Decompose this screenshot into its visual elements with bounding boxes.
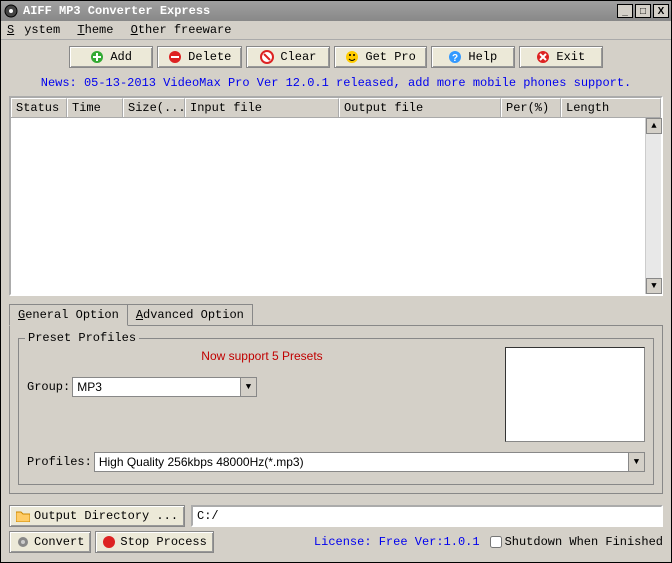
menu-system[interactable]: System bbox=[7, 23, 60, 37]
group-value: MP3 bbox=[73, 378, 240, 396]
delete-button[interactable]: Delete bbox=[157, 46, 242, 68]
preset-profiles-group: Preset Profiles Now support 5 Presets Gr… bbox=[18, 338, 654, 485]
maximize-button[interactable]: □ bbox=[635, 4, 651, 18]
convert-button[interactable]: Convert bbox=[9, 531, 91, 553]
menubar: System Theme Other freeware bbox=[1, 21, 671, 40]
delete-label: Delete bbox=[188, 50, 231, 64]
profiles-value: High Quality 256kbps 48000Hz(*.mp3) bbox=[95, 453, 628, 471]
col-status[interactable]: Status bbox=[11, 98, 67, 117]
app-icon bbox=[3, 3, 19, 19]
shutdown-label: Shutdown When Finished bbox=[505, 535, 663, 549]
chevron-down-icon: ▼ bbox=[240, 378, 256, 396]
scroll-up-icon[interactable]: ▲ bbox=[646, 118, 662, 134]
tab-advanced[interactable]: Advanced Option bbox=[127, 304, 253, 326]
window-title: AIFF MP3 Converter Express bbox=[23, 4, 615, 18]
tab-general[interactable]: General Option bbox=[9, 304, 128, 326]
output-directory-button[interactable]: Output Directory ... bbox=[9, 505, 185, 527]
option-tabs: General Option Advanced Option bbox=[9, 304, 663, 326]
close-button[interactable]: X bbox=[653, 4, 669, 18]
col-time[interactable]: Time bbox=[67, 98, 123, 117]
svg-text:?: ? bbox=[452, 53, 458, 64]
clear-button[interactable]: Clear bbox=[246, 46, 330, 68]
stop-label: Stop Process bbox=[120, 535, 206, 549]
col-input[interactable]: Input file bbox=[185, 98, 339, 117]
shutdown-check-input[interactable] bbox=[490, 536, 502, 548]
clear-label: Clear bbox=[280, 50, 316, 64]
getpro-label: Get Pro bbox=[365, 50, 415, 64]
exit-label: Exit bbox=[556, 50, 585, 64]
titlebar: AIFF MP3 Converter Express _ □ X bbox=[1, 1, 671, 21]
scroll-down-icon[interactable]: ▼ bbox=[646, 278, 662, 294]
tab-panel-general: Preset Profiles Now support 5 Presets Gr… bbox=[9, 325, 663, 494]
output-dir-row: Output Directory ... C:/ bbox=[9, 505, 663, 527]
plus-icon bbox=[90, 50, 104, 64]
news-banner[interactable]: News: 05-13-2013 VideoMax Pro Ver 12.0.1… bbox=[1, 74, 671, 96]
stop-button[interactable]: Stop Process bbox=[95, 531, 213, 553]
profiles-label: Profiles: bbox=[27, 455, 92, 469]
menu-other-freeware[interactable]: Other freeware bbox=[131, 23, 232, 37]
file-table: Status Time Size(... Input file Output f… bbox=[9, 96, 663, 296]
col-per[interactable]: Per(%) bbox=[501, 98, 561, 117]
menu-theme[interactable]: Theme bbox=[77, 23, 113, 37]
col-output[interactable]: Output file bbox=[339, 98, 501, 117]
output-path-input[interactable]: C:/ bbox=[191, 505, 663, 527]
col-size[interactable]: Size(... bbox=[123, 98, 185, 117]
help-button[interactable]: ? Help bbox=[431, 46, 515, 68]
folder-icon bbox=[16, 510, 30, 522]
output-dir-label: Output Directory ... bbox=[34, 509, 178, 523]
help-icon: ? bbox=[448, 50, 462, 64]
toolbar: Add Delete Clear Get Pro ? Help Exit bbox=[1, 40, 671, 74]
clear-icon bbox=[260, 50, 274, 64]
getpro-button[interactable]: Get Pro bbox=[334, 46, 426, 68]
profiles-select[interactable]: High Quality 256kbps 48000Hz(*.mp3) ▼ bbox=[94, 452, 645, 472]
convert-label: Convert bbox=[34, 535, 84, 549]
col-length[interactable]: Length bbox=[561, 98, 661, 117]
preset-legend: Preset Profiles bbox=[25, 331, 139, 345]
add-label: Add bbox=[110, 50, 132, 64]
shutdown-checkbox[interactable]: Shutdown When Finished bbox=[490, 535, 663, 549]
exit-icon bbox=[536, 50, 550, 64]
help-label: Help bbox=[468, 50, 497, 64]
license-text: License: Free Ver:1.0.1 bbox=[314, 535, 480, 549]
smiley-icon bbox=[345, 50, 359, 64]
add-button[interactable]: Add bbox=[69, 46, 153, 68]
stop-icon bbox=[102, 535, 116, 549]
statusbar: Convert Stop Process License: Free Ver:1… bbox=[9, 531, 663, 553]
group-select[interactable]: MP3 ▼ bbox=[72, 377, 257, 397]
table-header: Status Time Size(... Input file Output f… bbox=[11, 98, 661, 118]
delete-icon bbox=[168, 50, 182, 64]
chevron-down-icon: ▼ bbox=[628, 453, 644, 471]
minimize-button[interactable]: _ bbox=[617, 4, 633, 18]
group-label: Group: bbox=[27, 380, 70, 394]
preset-support-text: Now support 5 Presets bbox=[27, 347, 497, 373]
gear-icon bbox=[16, 535, 30, 549]
exit-button[interactable]: Exit bbox=[519, 46, 603, 68]
scrollbar[interactable]: ▲ ▼ bbox=[645, 118, 661, 294]
preset-preview-box bbox=[505, 347, 645, 442]
